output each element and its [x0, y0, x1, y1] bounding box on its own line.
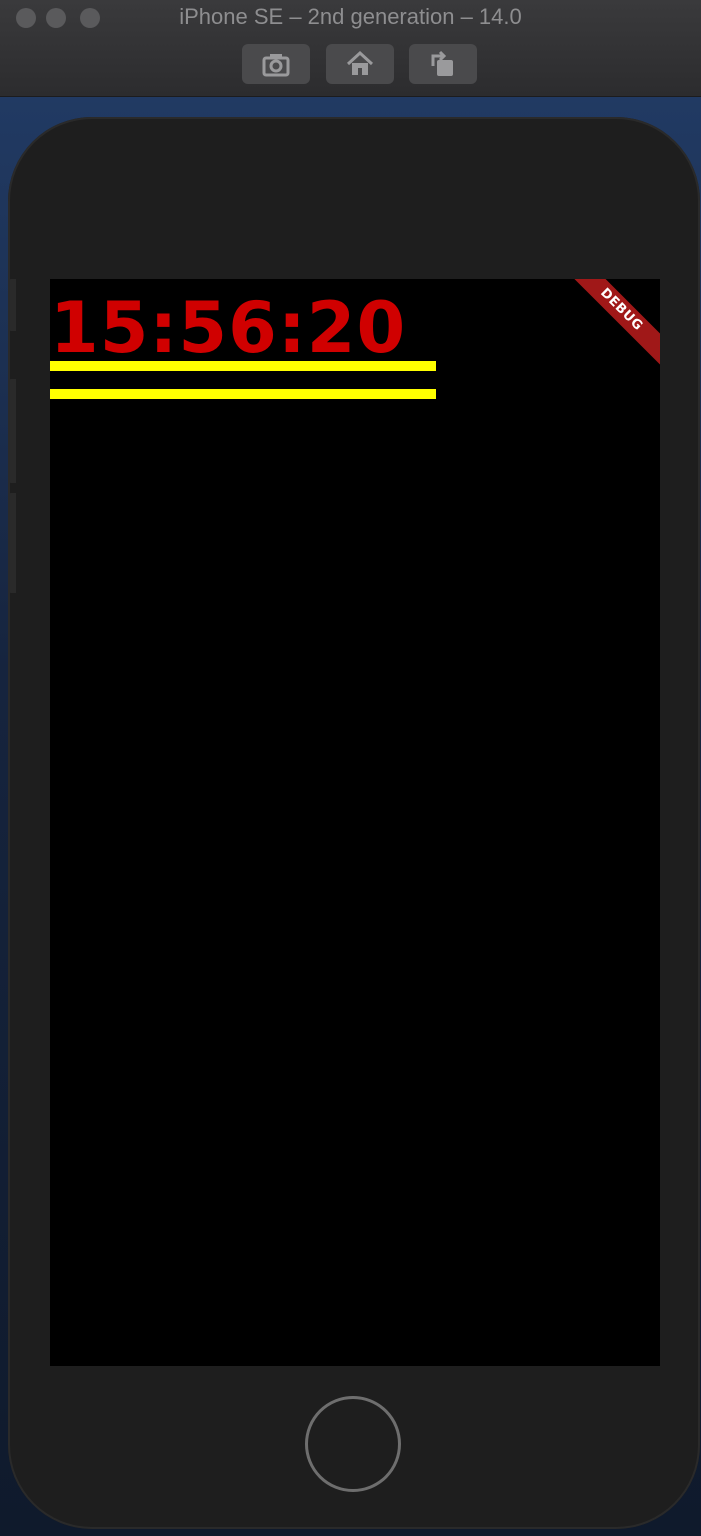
- mute-switch[interactable]: [8, 279, 16, 331]
- home-icon: [346, 50, 374, 75]
- yellow-bar-top: [50, 361, 436, 371]
- debug-banner: DEBUG: [553, 279, 660, 378]
- window-title: iPhone SE – 2nd generation – 14.0: [179, 4, 522, 29]
- volume-up-button[interactable]: [8, 379, 16, 483]
- rotate-button[interactable]: [409, 44, 477, 84]
- app-screen[interactable]: 15:56:20 DEBUG: [50, 279, 660, 1366]
- simulator-titlebar: iPhone SE – 2nd generation – 14.0: [0, 0, 701, 97]
- hardware-home-button[interactable]: [305, 1396, 401, 1492]
- home-button-toolbar[interactable]: [326, 44, 394, 84]
- volume-down-button[interactable]: [8, 493, 16, 593]
- camera-icon: [262, 54, 290, 77]
- screenshot-button[interactable]: [242, 44, 310, 84]
- yellow-bar-bottom: [50, 389, 436, 399]
- clock-text: 15:56:20: [50, 287, 407, 369]
- rotate-icon: [431, 50, 453, 76]
